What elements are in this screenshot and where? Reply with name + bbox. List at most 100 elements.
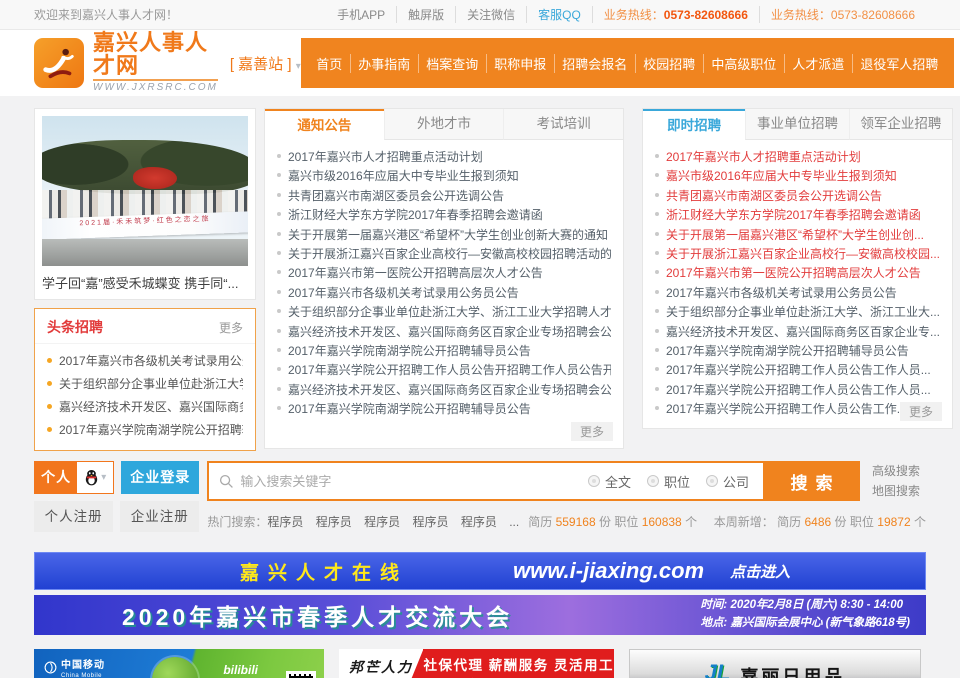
photo-caption[interactable]: 学子回“嘉”感受禾城蝶变 携手同“... xyxy=(42,273,248,292)
jaly-ad[interactable]: JL JALY 嘉丽日用品 xyxy=(629,649,921,678)
recruit-list: 2017年嘉兴市人才招聘重点活动计划 嘉兴市级2016年应届大中专毕业生报到须知… xyxy=(643,140,952,422)
nav-guide[interactable]: 办事指南 xyxy=(350,54,418,73)
scope-label: 公司 xyxy=(723,472,749,491)
personal-register-button[interactable]: 个人注册 xyxy=(34,501,113,532)
list-item[interactable]: 2017年嘉兴市各级机关考试录用公务员公告 xyxy=(655,284,940,303)
list-item[interactable]: 2017年嘉兴市人才招聘重点活动计划 xyxy=(655,148,940,167)
stat-unit: 个 xyxy=(914,515,926,529)
notice-more-button[interactable]: 更多 xyxy=(571,422,613,441)
company-login-button[interactable]: 企业登录 xyxy=(121,461,199,494)
search-input[interactable] xyxy=(240,474,588,489)
wechat-link[interactable]: 关注微信 xyxy=(455,6,526,23)
personal-login-label: 个人登录 xyxy=(35,462,77,493)
hot-term[interactable]: 程序员 xyxy=(267,515,303,529)
stat-label: 本周新增： xyxy=(714,515,774,529)
nav-home[interactable]: 首页 xyxy=(309,54,350,73)
list-item[interactable]: 关于开展第一届嘉兴港区“希望杯”大学生创业创新大赛的通知 xyxy=(277,226,611,245)
scope-fulltext[interactable]: 全文 xyxy=(588,472,631,491)
tab-exam-training[interactable]: 考试培训 xyxy=(503,109,623,140)
radio-icon[interactable] xyxy=(588,475,600,487)
list-item[interactable]: 嘉兴经济技术开发区、嘉兴国际商务区百家企业专场招聘会公告 xyxy=(277,323,611,342)
list-item[interactable]: 2017年嘉兴市各级机关考试录用公务... xyxy=(47,350,243,373)
list-item[interactable]: 2017年嘉兴学院南湖学院公开招聘辅导员公告 xyxy=(277,400,611,419)
nav-dispatch[interactable]: 人才派遣 xyxy=(784,54,852,73)
list-item[interactable]: 2017年嘉兴学院南湖学院公开招聘辅导员公告 xyxy=(655,342,940,361)
hot-term[interactable]: 程序员 xyxy=(461,515,497,529)
tab-public-institution[interactable]: 事业单位招聘 xyxy=(745,109,848,140)
list-item[interactable]: 2017年嘉兴学院公开招聘工作人员公告工作... xyxy=(655,400,940,419)
china-mobile-name-en: China Mobile xyxy=(61,673,105,678)
headline-jobs-list: 2017年嘉兴市各级机关考试录用公务... 关于组织部分企事业单位赴浙江大学..… xyxy=(35,344,255,450)
scope-company[interactable]: 公司 xyxy=(706,472,749,491)
nav-archive-search[interactable]: 档案查询 xyxy=(418,54,486,73)
map-search-link[interactable]: 地图搜索 xyxy=(872,481,926,501)
recruit-more-button[interactable]: 更多 xyxy=(900,402,942,421)
tab-outoftown-market[interactable]: 外地才市 xyxy=(384,109,504,140)
list-item[interactable]: 浙江财经大学东方学院2017年春季招聘会邀请函 xyxy=(655,206,940,225)
list-item[interactable]: 2017年嘉兴学院公开招聘工作人员公告工作人员... xyxy=(655,361,940,380)
list-item[interactable]: 关于组织部分企事业单位赴浙江大学、浙江工业大学招聘人才的... xyxy=(277,303,611,322)
bilibili-logo: bilibili xyxy=(223,663,258,677)
list-item[interactable]: 嘉兴市级2016年应届大中专毕业生报到须知 xyxy=(655,167,940,186)
list-item[interactable]: 2017年嘉兴市第一医院公开招聘高层次人才公告 xyxy=(655,264,940,283)
list-item[interactable]: 共青团嘉兴市南湖区委员会公开选调公告 xyxy=(277,187,611,206)
list-item[interactable]: 2017年嘉兴市人才招聘重点活动计划 xyxy=(277,148,611,167)
list-item[interactable]: 关于组织部分企事业单位赴浙江大学、浙江工业大... xyxy=(655,303,940,322)
site-stats: 简历 559168 份 职位 160838 个 本周新增： 简历 6486 份 … xyxy=(528,513,926,530)
qq-login-dropdown[interactable]: ▾ xyxy=(77,462,113,493)
stat-unit: 个 xyxy=(685,515,697,529)
nav-veteran-recruit[interactable]: 退役军人招聘 xyxy=(852,54,946,73)
list-item[interactable]: 2017年嘉兴市各级机关考试录用公务员公告 xyxy=(277,284,611,303)
radio-icon[interactable] xyxy=(706,475,718,487)
stat-label: 职位 xyxy=(614,515,638,529)
hot-term[interactable]: 程序员 xyxy=(364,515,400,529)
nav-campus-recruit[interactable]: 校园招聘 xyxy=(635,54,703,73)
hotline-label: 业务热线： xyxy=(604,8,664,22)
list-item[interactable]: 关于开展浙江嘉兴百家企业高校行—安徽高校校园招聘活动的通... xyxy=(277,245,611,264)
list-item[interactable]: 浙江财经大学东方学院2017年春季招聘会邀请函 xyxy=(277,206,611,225)
nav-title-declare[interactable]: 职称申报 xyxy=(486,54,554,73)
top-utility-bar: 欢迎来到嘉兴人事人才网！ 手机APP 触屏版 关注微信 客服QQ 业务热线：05… xyxy=(0,0,960,30)
list-item[interactable]: 共青团嘉兴市南湖区委员会公开选调公告 xyxy=(655,187,940,206)
list-item[interactable]: 嘉兴市级2016年应届大中专毕业生报到须知 xyxy=(277,167,611,186)
tab-notices[interactable]: 通知公告 xyxy=(265,109,384,140)
photo-sculpture xyxy=(133,167,177,189)
list-item[interactable]: 2017年嘉兴市第一医院公开招聘高层次人才公告 xyxy=(277,264,611,283)
substation-selector[interactable]: [ 嘉善站 ] ▾ xyxy=(230,53,301,74)
dancer-logo-icon xyxy=(40,44,78,82)
list-item[interactable]: 嘉兴经济技术开发区、嘉兴国际商务区百家企业专场招聘会公告 xyxy=(277,381,611,400)
nav-jobfair-signup[interactable]: 招聘会报名 xyxy=(554,54,635,73)
radio-icon[interactable] xyxy=(647,475,659,487)
headline-more-link[interactable]: 更多 xyxy=(219,319,243,336)
list-item[interactable]: 2017年嘉兴学院公开招聘工作人员公告开招聘工作人员公告开... xyxy=(277,361,611,380)
hot-term[interactable]: 程序员 xyxy=(316,515,352,529)
list-item[interactable]: 关于开展第一届嘉兴港区“希望杯”大学生创业创... xyxy=(655,226,940,245)
search-button[interactable]: 搜索 xyxy=(763,461,860,501)
news-photo-card[interactable]: 2021届·禾禾筑梦·红色之恋之旅 学子回“嘉”感受禾城蝶变 携手同“... xyxy=(34,108,256,300)
site-logo-icon[interactable] xyxy=(34,38,84,88)
bangmang-hr-ad[interactable]: 邦芒人力 50bm.com 社保代理 薪酬服务 灵活用工 业务外包 人事代理 求… xyxy=(339,649,614,678)
qq-service-link[interactable]: 客服QQ xyxy=(526,6,592,23)
china-mobile-ad[interactable]: 中国移动 China Mobile 移动花卡 bilibili 季度会员 xyxy=(34,649,324,678)
mobile-app-link[interactable]: 手机APP xyxy=(326,6,396,23)
list-item[interactable]: 2017年嘉兴学院南湖学院公开招聘辅导员公告 xyxy=(277,342,611,361)
company-register-button[interactable]: 企业注册 xyxy=(120,501,199,532)
substation-label: [ 嘉善站 ] xyxy=(230,56,292,73)
nav-senior-jobs[interactable]: 中高级职位 xyxy=(703,54,784,73)
list-item[interactable]: 关于组织部分企事业单位赴浙江大学... xyxy=(47,373,243,396)
personal-login-button[interactable]: 个人登录 ▾ xyxy=(34,461,114,494)
list-item[interactable]: 2017年嘉兴学院南湖学院公开招聘辅... xyxy=(47,419,243,442)
list-item[interactable]: 嘉兴经济技术开发区、嘉兴国际商务区百家企业专... xyxy=(655,323,940,342)
tab-leading-company[interactable]: 领军企业招聘 xyxy=(849,109,952,140)
touch-version-link[interactable]: 触屏版 xyxy=(396,6,455,23)
hot-term[interactable]: 程序员 xyxy=(412,515,448,529)
list-item[interactable]: 嘉兴经济技术开发区、嘉兴国际商务... xyxy=(47,396,243,419)
spring-jobfair-banner[interactable]: 2020年嘉兴市春季人才交流大会 时间: 2020年2月8日 (周六) 8:30… xyxy=(34,595,926,635)
advanced-search-link[interactable]: 高级搜索 xyxy=(872,461,926,481)
jiaxing-talent-online-banner[interactable]: 嘉兴人才在线 www.i-jiaxing.com 点击进入 xyxy=(34,552,926,590)
hot-search-terms: 程序员 程序员 程序员 程序员 程序员 ... xyxy=(267,513,528,530)
list-item[interactable]: 关于开展浙江嘉兴百家企业高校行—安徽高校校园... xyxy=(655,245,940,264)
list-item[interactable]: 2017年嘉兴学院公开招聘工作人员公告工作人员... xyxy=(655,381,940,400)
tab-instant-recruit[interactable]: 即时招聘 xyxy=(643,109,745,140)
scope-position[interactable]: 职位 xyxy=(647,472,690,491)
